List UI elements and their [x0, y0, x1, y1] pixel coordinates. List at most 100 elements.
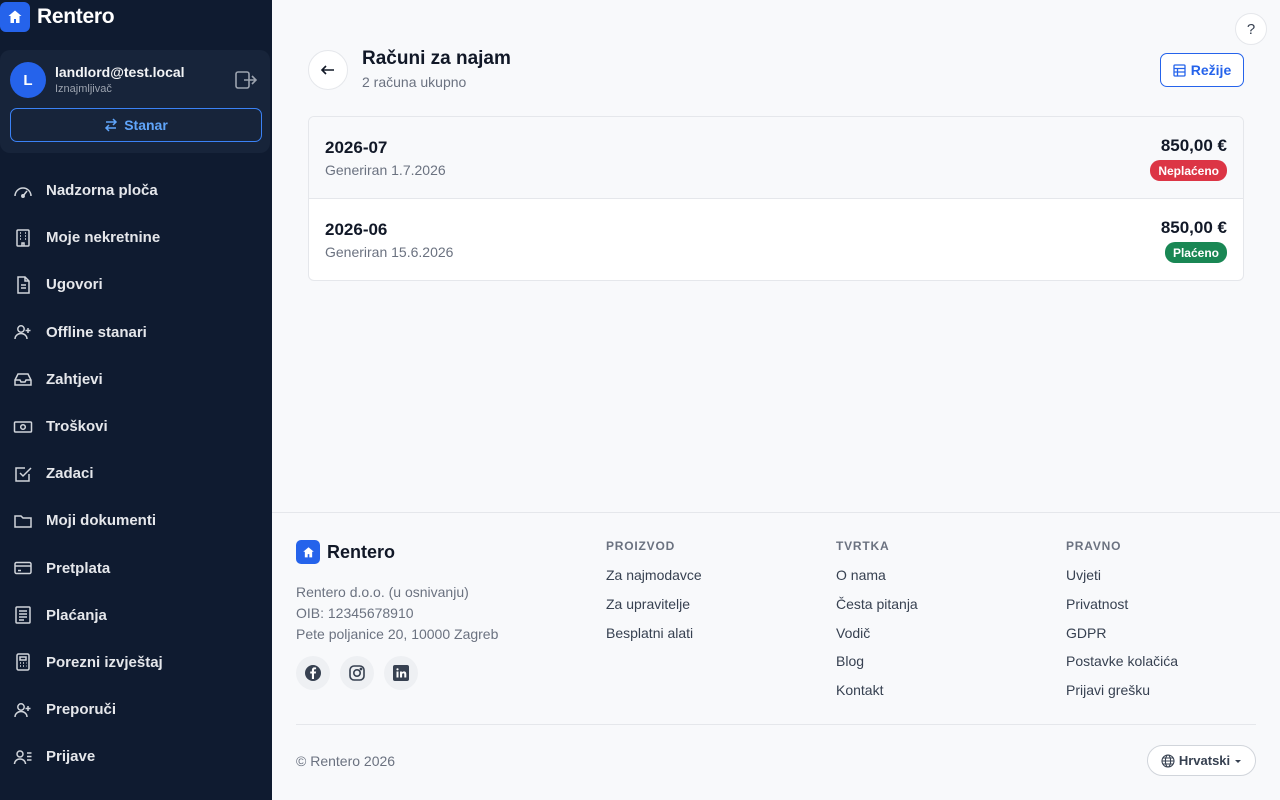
swap-icon — [105, 118, 118, 132]
footer-link[interactable]: Besplatni alati — [606, 623, 702, 652]
sidebar-item-label: Nadzorna ploča — [46, 182, 158, 200]
footer-link[interactable]: Vodič — [836, 623, 918, 652]
page-subtitle: 2 računa ukupno — [362, 74, 467, 90]
sidebar-item-label: Ugovori — [46, 276, 103, 294]
footer-link[interactable]: Uvjeti — [1066, 565, 1178, 594]
footer-column-company: TVRTKA O nama Česta pitanja Vodič Blog K… — [836, 539, 918, 709]
social-links — [296, 656, 418, 690]
utilities-button-label: Režije — [1190, 62, 1232, 78]
footer-link[interactable]: Kontakt — [836, 680, 918, 709]
sidebar-item-offline-tenants[interactable]: Offline stanari — [0, 309, 272, 356]
sidebar-nav: Nadzorna ploča Moje nekretnine Ugovori O… — [0, 167, 272, 780]
sidebar-item-label: Moji dokumenti — [46, 512, 156, 530]
building-icon — [16, 229, 30, 247]
sidebar-item-label: Troškovi — [46, 418, 108, 436]
utilities-button[interactable]: Režije — [1160, 53, 1244, 87]
user-email: landlord@test.local — [55, 64, 185, 80]
brand-name: Rentero — [37, 5, 115, 28]
company-name: Rentero d.o.o. (u osnivanju) — [296, 584, 469, 600]
sidebar-item-label: Pretplata — [46, 559, 111, 577]
dashboard-icon — [14, 186, 32, 198]
user-plus-icon — [14, 325, 31, 340]
footer-link[interactable]: GDPR — [1066, 623, 1178, 652]
sidebar-item-label: Zadaci — [46, 465, 94, 483]
sidebar-item-dashboard[interactable]: Nadzorna ploča — [0, 167, 272, 214]
sidebar-item-label: Offline stanari — [46, 323, 147, 341]
language-selector[interactable]: Hrvatski — [1147, 745, 1256, 776]
home-icon — [296, 540, 320, 564]
user-list-icon — [13, 750, 32, 764]
help-button[interactable]: ? — [1235, 13, 1267, 45]
footer-link[interactable]: Privatnost — [1066, 594, 1178, 623]
footer-link[interactable]: Blog — [836, 651, 918, 680]
sidebar-item-expenses[interactable]: Troškovi — [0, 403, 272, 450]
logout-icon[interactable] — [235, 70, 258, 90]
footer-link[interactable]: Prijavi grešku — [1066, 680, 1178, 709]
bill-generated-date: Generiran 15.6.2026 — [325, 244, 454, 260]
sidebar: Rentero L landlord@test.local Iznajmljiv… — [0, 0, 272, 800]
card-icon — [14, 561, 32, 575]
calculator-icon — [16, 653, 30, 672]
receipt-icon — [15, 606, 31, 625]
footer-link[interactable]: Postavke kolačića — [1066, 651, 1178, 680]
bill-row[interactable]: 2026-07 Generiran 1.7.2026 850,00 € Nepl… — [309, 117, 1243, 199]
switch-role-button[interactable]: Stanar — [10, 108, 262, 142]
switch-role-label: Stanar — [124, 117, 168, 133]
sidebar-item-documents[interactable]: Moji dokumenti — [0, 497, 272, 544]
inbox-icon — [14, 373, 32, 387]
sidebar-item-label: Prijave — [46, 748, 96, 766]
sidebar-item-label: Porezni izvještaj — [46, 653, 163, 671]
status-badge: Plaćeno — [1164, 242, 1227, 263]
sidebar-item-contracts[interactable]: Ugovori — [0, 261, 272, 308]
language-label: Hrvatski — [1178, 753, 1231, 768]
facebook-icon[interactable] — [296, 656, 330, 690]
bill-amount: 850,00 € — [1160, 218, 1227, 237]
company-address: Pete poljanice 20, 10000 Zagreb — [296, 626, 499, 642]
sidebar-item-label: Moje nekretnine — [46, 229, 161, 247]
sidebar-item-refer[interactable]: Preporuči — [0, 686, 272, 733]
footer-link[interactable]: Česta pitanja — [836, 594, 918, 623]
sidebar-item-requests[interactable]: Zahtjevi — [0, 356, 272, 403]
footer-divider — [296, 724, 1256, 725]
bill-row[interactable]: 2026-06 Generiran 15.6.2026 850,00 € Pla… — [309, 199, 1243, 280]
instagram-icon[interactable] — [340, 656, 374, 690]
brand[interactable]: Rentero — [0, 0, 115, 34]
footer-column-product: PROIZVOD Za najmodavce Za upravitelje Be… — [606, 539, 702, 651]
sidebar-item-label: Zahtjevi — [46, 370, 103, 388]
sidebar-item-applications[interactable]: Prijave — [0, 733, 272, 780]
footer-link[interactable]: Za najmodavce — [606, 565, 702, 594]
user-card: L landlord@test.local Iznajmljivač Stana… — [0, 50, 270, 153]
footer-column-legal: PRAVNO Uvjeti Privatnost GDPR Postavke k… — [1066, 539, 1178, 709]
document-icon — [17, 276, 30, 294]
linkedin-icon[interactable] — [384, 656, 418, 690]
footer-column-title: PRAVNO — [1066, 539, 1122, 553]
back-button[interactable] — [308, 50, 348, 90]
page-title: Računi za najam — [362, 48, 511, 69]
footer-link[interactable]: Za upravitelje — [606, 594, 702, 623]
footer-link[interactable]: O nama — [836, 565, 918, 594]
footer-brand-name: Rentero — [327, 541, 396, 562]
table-icon — [1173, 63, 1186, 77]
footer-brand[interactable]: Rentero — [296, 540, 395, 564]
arrow-left-icon — [320, 65, 334, 75]
sidebar-item-subscription[interactable]: Pretplata — [0, 545, 272, 592]
bill-list: 2026-07 Generiran 1.7.2026 850,00 € Nepl… — [308, 116, 1244, 281]
home-icon — [0, 2, 30, 32]
bill-amount: 850,00 € — [1160, 136, 1227, 155]
checkbox-icon — [15, 466, 32, 482]
user-role: Iznajmljivač — [55, 83, 112, 95]
folder-icon — [14, 515, 32, 528]
avatar: L — [10, 62, 46, 98]
sidebar-item-tasks[interactable]: Zadaci — [0, 450, 272, 497]
footer-column-title: PROIZVOD — [606, 539, 676, 553]
globe-icon — [1161, 753, 1175, 768]
caret-down-icon — [1235, 759, 1242, 763]
sidebar-item-properties[interactable]: Moje nekretnine — [0, 214, 272, 261]
sidebar-item-payments[interactable]: Plaćanja — [0, 592, 272, 639]
bill-generated-date: Generiran 1.7.2026 — [325, 162, 446, 178]
main-content: ? Računi za najam 2 računa ukupno Režije… — [272, 0, 1280, 800]
user-plus-icon — [14, 702, 31, 717]
sidebar-item-tax-report[interactable]: Porezni izvještaj — [0, 639, 272, 686]
sidebar-item-label: Preporuči — [46, 701, 117, 719]
sidebar-item-label: Plaćanja — [46, 606, 107, 624]
